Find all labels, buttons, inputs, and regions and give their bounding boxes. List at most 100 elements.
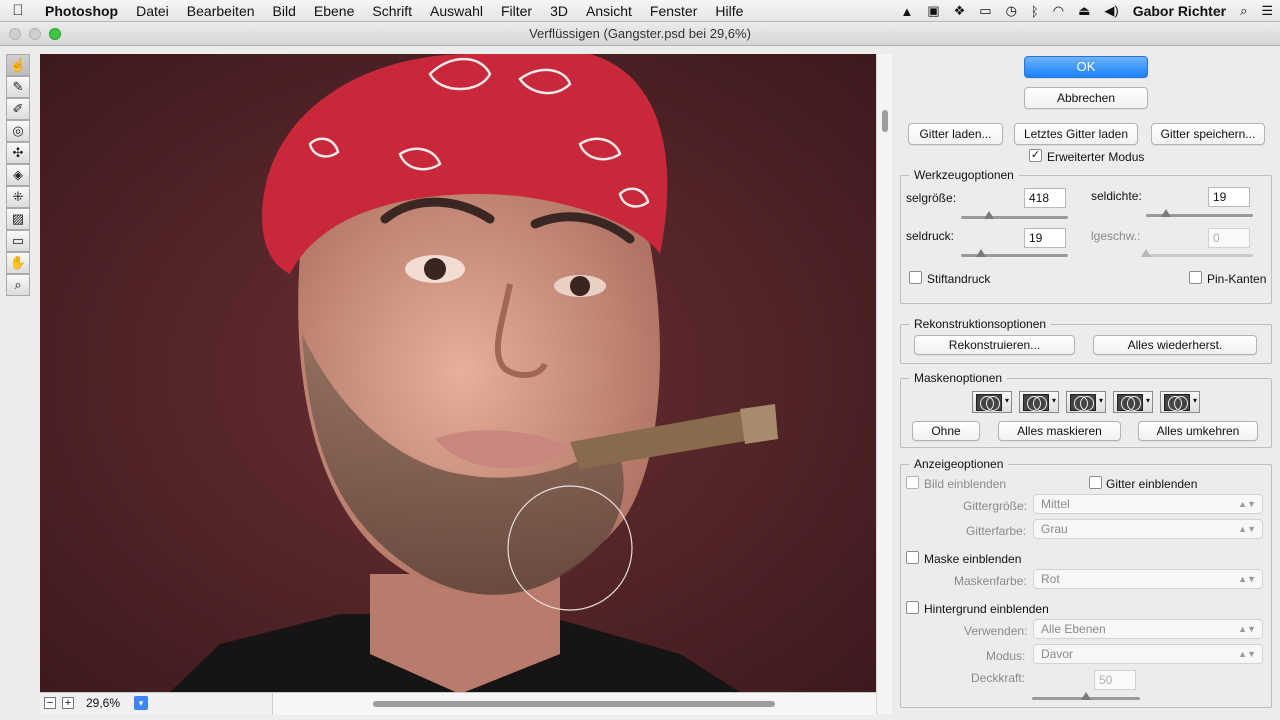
- spotlight-icon[interactable]: ⌕: [1233, 3, 1254, 19]
- eject-icon[interactable]: ⏏: [1071, 3, 1097, 19]
- volume-icon[interactable]: ◀): [1097, 3, 1125, 19]
- opacity-slider-knob: [1081, 692, 1091, 700]
- zoom-dropdown-icon[interactable]: ▾: [134, 696, 148, 710]
- menu-ebene[interactable]: Ebene: [305, 3, 363, 19]
- pin-edges-checkbox[interactable]: [1189, 271, 1202, 284]
- zoom-window-button[interactable]: [49, 28, 61, 40]
- time-machine-icon[interactable]: ◷: [999, 3, 1024, 19]
- zoom-level[interactable]: 29,6%: [86, 696, 120, 710]
- brush-pressure-input[interactable]: 19: [1024, 228, 1066, 248]
- pin-edges-label: Pin-Kanten: [1207, 272, 1267, 286]
- stylus-pressure-checkbox[interactable]: [909, 271, 922, 284]
- wifi-icon[interactable]: ◠: [1046, 3, 1071, 19]
- mask-add-button[interactable]: ▾: [1019, 391, 1059, 413]
- vertical-scroll-thumb[interactable]: [882, 110, 888, 132]
- freeze-mask-tool-icon[interactable]: ▨: [6, 208, 30, 230]
- bloat-tool-icon[interactable]: ◈: [6, 164, 30, 186]
- photo-portrait: [40, 54, 876, 692]
- close-window-button[interactable]: [9, 28, 21, 40]
- mask-none-button[interactable]: Ohne: [912, 421, 980, 441]
- pucker-tool-icon[interactable]: ✣: [6, 142, 30, 164]
- cancel-button[interactable]: Abbrechen: [1024, 87, 1148, 109]
- mask-invert-button[interactable]: ▾: [1160, 391, 1200, 413]
- mesh-color-select: Grau ▲▼: [1033, 519, 1263, 539]
- hat-icon[interactable]: ▲: [893, 4, 920, 19]
- brush-density-slider[interactable]: [1146, 209, 1253, 217]
- push-left-tool-icon[interactable]: ⁜: [6, 186, 30, 208]
- opacity-input: 50: [1094, 670, 1136, 690]
- menu-fenster[interactable]: Fenster: [641, 3, 706, 19]
- smooth-tool-icon[interactable]: ✐: [6, 98, 30, 120]
- ok-button[interactable]: OK: [1024, 56, 1148, 78]
- show-image-checkbox[interactable]: [906, 476, 919, 489]
- brush-density-slider-knob[interactable]: [1161, 209, 1172, 217]
- menu-3d[interactable]: 3D: [541, 3, 577, 19]
- brush-size-slider-knob[interactable]: [983, 211, 994, 219]
- forward-warp-tool-icon[interactable]: ☝: [6, 54, 30, 76]
- mask-subtract-button[interactable]: ▾: [1066, 391, 1106, 413]
- stepper-arrows-icon: ▲▼: [1238, 524, 1256, 534]
- use-label: Verwenden:: [964, 624, 1028, 638]
- brush-pressure-label: seldruck:: [906, 229, 955, 243]
- zoom-out-button[interactable]: −: [44, 697, 56, 709]
- mesh-size-label: Gittergröße:: [963, 499, 1028, 513]
- reconstruct-tool-icon[interactable]: ✎: [6, 76, 30, 98]
- mask-intersect-button[interactable]: ▾: [1113, 391, 1153, 413]
- airplay-icon[interactable]: ▭: [972, 3, 998, 19]
- invert-all-button[interactable]: Alles umkehren: [1138, 421, 1258, 441]
- checkmark-icon: ✓: [1030, 149, 1041, 161]
- thaw-mask-tool-icon[interactable]: ▭: [6, 230, 30, 252]
- reconstruct-button[interactable]: Rekonstruieren...: [914, 335, 1075, 355]
- menu-bearbeiten[interactable]: Bearbeiten: [178, 3, 264, 19]
- hand-tool-icon[interactable]: ✋: [6, 252, 30, 274]
- mode-value: Davor: [1041, 647, 1074, 661]
- bluetooth-icon[interactable]: ᛒ: [1024, 4, 1046, 19]
- screen-icon[interactable]: ▣: [920, 3, 946, 19]
- advanced-mode-checkbox[interactable]: ✓: [1029, 149, 1042, 162]
- menu-filter[interactable]: Filter: [492, 3, 541, 19]
- menu-bild[interactable]: Bild: [264, 3, 305, 19]
- brush-pressure-slider-knob[interactable]: [976, 249, 987, 257]
- mesh-color-label: Gitterfarbe:: [966, 524, 1027, 538]
- brush-size-slider[interactable]: [961, 211, 1068, 219]
- show-mask-checkbox[interactable]: [906, 551, 919, 564]
- brush-rate-slider-knob: [1141, 249, 1151, 257]
- tool-options-group: Werkzeugoptionen selgröße: 418 seldichte…: [900, 168, 1272, 304]
- show-backdrop-checkbox[interactable]: [906, 601, 919, 614]
- mask-all-button[interactable]: Alles maskieren: [998, 421, 1121, 441]
- show-mesh-checkbox[interactable]: [1089, 476, 1102, 489]
- load-mesh-button[interactable]: Gitter laden...: [908, 123, 1003, 145]
- brush-size-label: selgröße:: [906, 191, 957, 205]
- restore-all-button[interactable]: Alles wiederherst.: [1093, 335, 1257, 355]
- zoom-tool-icon[interactable]: ⌕: [6, 274, 30, 296]
- stepper-arrows-icon: ▲▼: [1238, 499, 1256, 509]
- twirl-tool-icon[interactable]: ◎: [6, 120, 30, 142]
- vertical-scrollbar[interactable]: [876, 54, 892, 714]
- notification-center-icon[interactable]: ☰: [1254, 3, 1280, 19]
- dropbox-icon[interactable]: ❖: [947, 3, 973, 19]
- opacity-slider: [1032, 692, 1140, 700]
- zoom-in-button[interactable]: +: [62, 697, 74, 709]
- menu-hilfe[interactable]: Hilfe: [706, 3, 752, 19]
- menu-datei[interactable]: Datei: [127, 3, 178, 19]
- use-value: Alle Ebenen: [1041, 622, 1106, 636]
- load-last-mesh-button[interactable]: Letztes Gitter laden: [1014, 123, 1138, 145]
- brush-size-input[interactable]: 418: [1024, 188, 1066, 208]
- minimize-window-button[interactable]: [29, 28, 41, 40]
- horizontal-scrollbar[interactable]: [272, 693, 876, 715]
- brush-rate-input: 0: [1208, 228, 1250, 248]
- menu-photoshop[interactable]: Photoshop: [36, 3, 127, 19]
- mask-replace-button[interactable]: ▾: [972, 391, 1012, 413]
- menu-auswahl[interactable]: Auswahl: [421, 3, 492, 19]
- apple-icon[interactable]: : [0, 2, 36, 19]
- menu-ansicht[interactable]: Ansicht: [577, 3, 641, 19]
- image-canvas[interactable]: [40, 54, 876, 692]
- horizontal-scroll-thumb[interactable]: [373, 701, 775, 707]
- brush-pressure-slider[interactable]: [961, 249, 1068, 257]
- user-name[interactable]: Gabor Richter: [1126, 3, 1233, 19]
- brush-density-input[interactable]: 19: [1208, 187, 1250, 207]
- save-mesh-button[interactable]: Gitter speichern...: [1151, 123, 1265, 145]
- intersect-selection-icon: [1117, 394, 1143, 411]
- view-options-title: Anzeigeoptionen: [909, 457, 1009, 471]
- menu-schrift[interactable]: Schrift: [363, 3, 421, 19]
